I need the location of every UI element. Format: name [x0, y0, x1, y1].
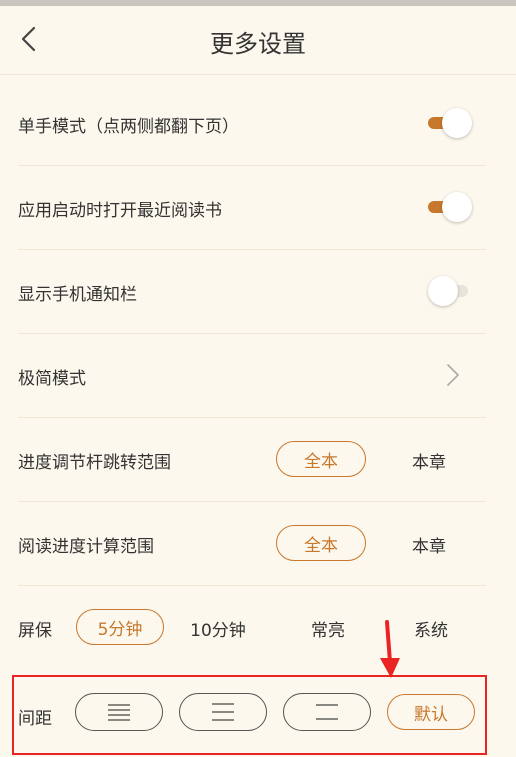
header: 更多设置 — [0, 6, 516, 75]
screensaver-option-always-on[interactable]: 常亮 — [296, 616, 360, 641]
progress-range-option-whole-book[interactable]: 全本 — [276, 441, 366, 477]
one-hand-mode-label: 单手模式（点两侧都翻下页） — [18, 117, 239, 137]
row-minimal-mode[interactable]: 极简模式 — [18, 333, 486, 418]
toggle-knob — [442, 108, 472, 138]
annotation-highlight-box — [12, 675, 487, 755]
row-reading-progress-range: 阅读进度计算范围 全本 本章 — [18, 501, 486, 586]
open-recent-book-label: 应用启动时打开最近阅读书 — [18, 201, 222, 221]
open-recent-book-toggle[interactable] — [428, 192, 472, 222]
progress-jump-range-label: 进度调节杆跳转范围 — [18, 453, 171, 473]
screensaver-option-10min[interactable]: 10分钟 — [178, 616, 258, 641]
row-progress-jump-range: 进度调节杆跳转范围 全本 本章 — [18, 417, 486, 502]
reading-progress-option-chapter[interactable]: 本章 — [398, 532, 460, 557]
minimal-mode-label: 极简模式 — [18, 369, 86, 389]
toggle-knob — [428, 276, 458, 306]
notification-bar-label: 显示手机通知栏 — [18, 285, 137, 305]
toggle-knob — [442, 192, 472, 222]
one-hand-mode-toggle[interactable] — [428, 108, 472, 138]
notification-bar-toggle[interactable] — [428, 276, 472, 306]
annotation-arrow-icon — [380, 620, 400, 678]
chevron-right-icon — [447, 364, 459, 386]
row-screensaver: 屏保 5分钟 10分钟 常亮 系统 — [18, 585, 486, 669]
screensaver-label: 屏保 — [18, 621, 52, 641]
reading-progress-option-whole-book[interactable]: 全本 — [276, 525, 366, 561]
row-open-recent-book: 应用启动时打开最近阅读书 — [18, 165, 486, 250]
screensaver-option-system[interactable]: 系统 — [399, 616, 463, 641]
reading-progress-range-label: 阅读进度计算范围 — [18, 537, 154, 557]
row-one-hand-mode: 单手模式（点两侧都翻下页） — [18, 81, 486, 166]
row-notification-bar: 显示手机通知栏 — [18, 249, 486, 334]
screensaver-option-5min[interactable]: 5分钟 — [76, 609, 164, 645]
progress-range-option-chapter[interactable]: 本章 — [398, 448, 460, 473]
page-title: 更多设置 — [210, 30, 306, 58]
